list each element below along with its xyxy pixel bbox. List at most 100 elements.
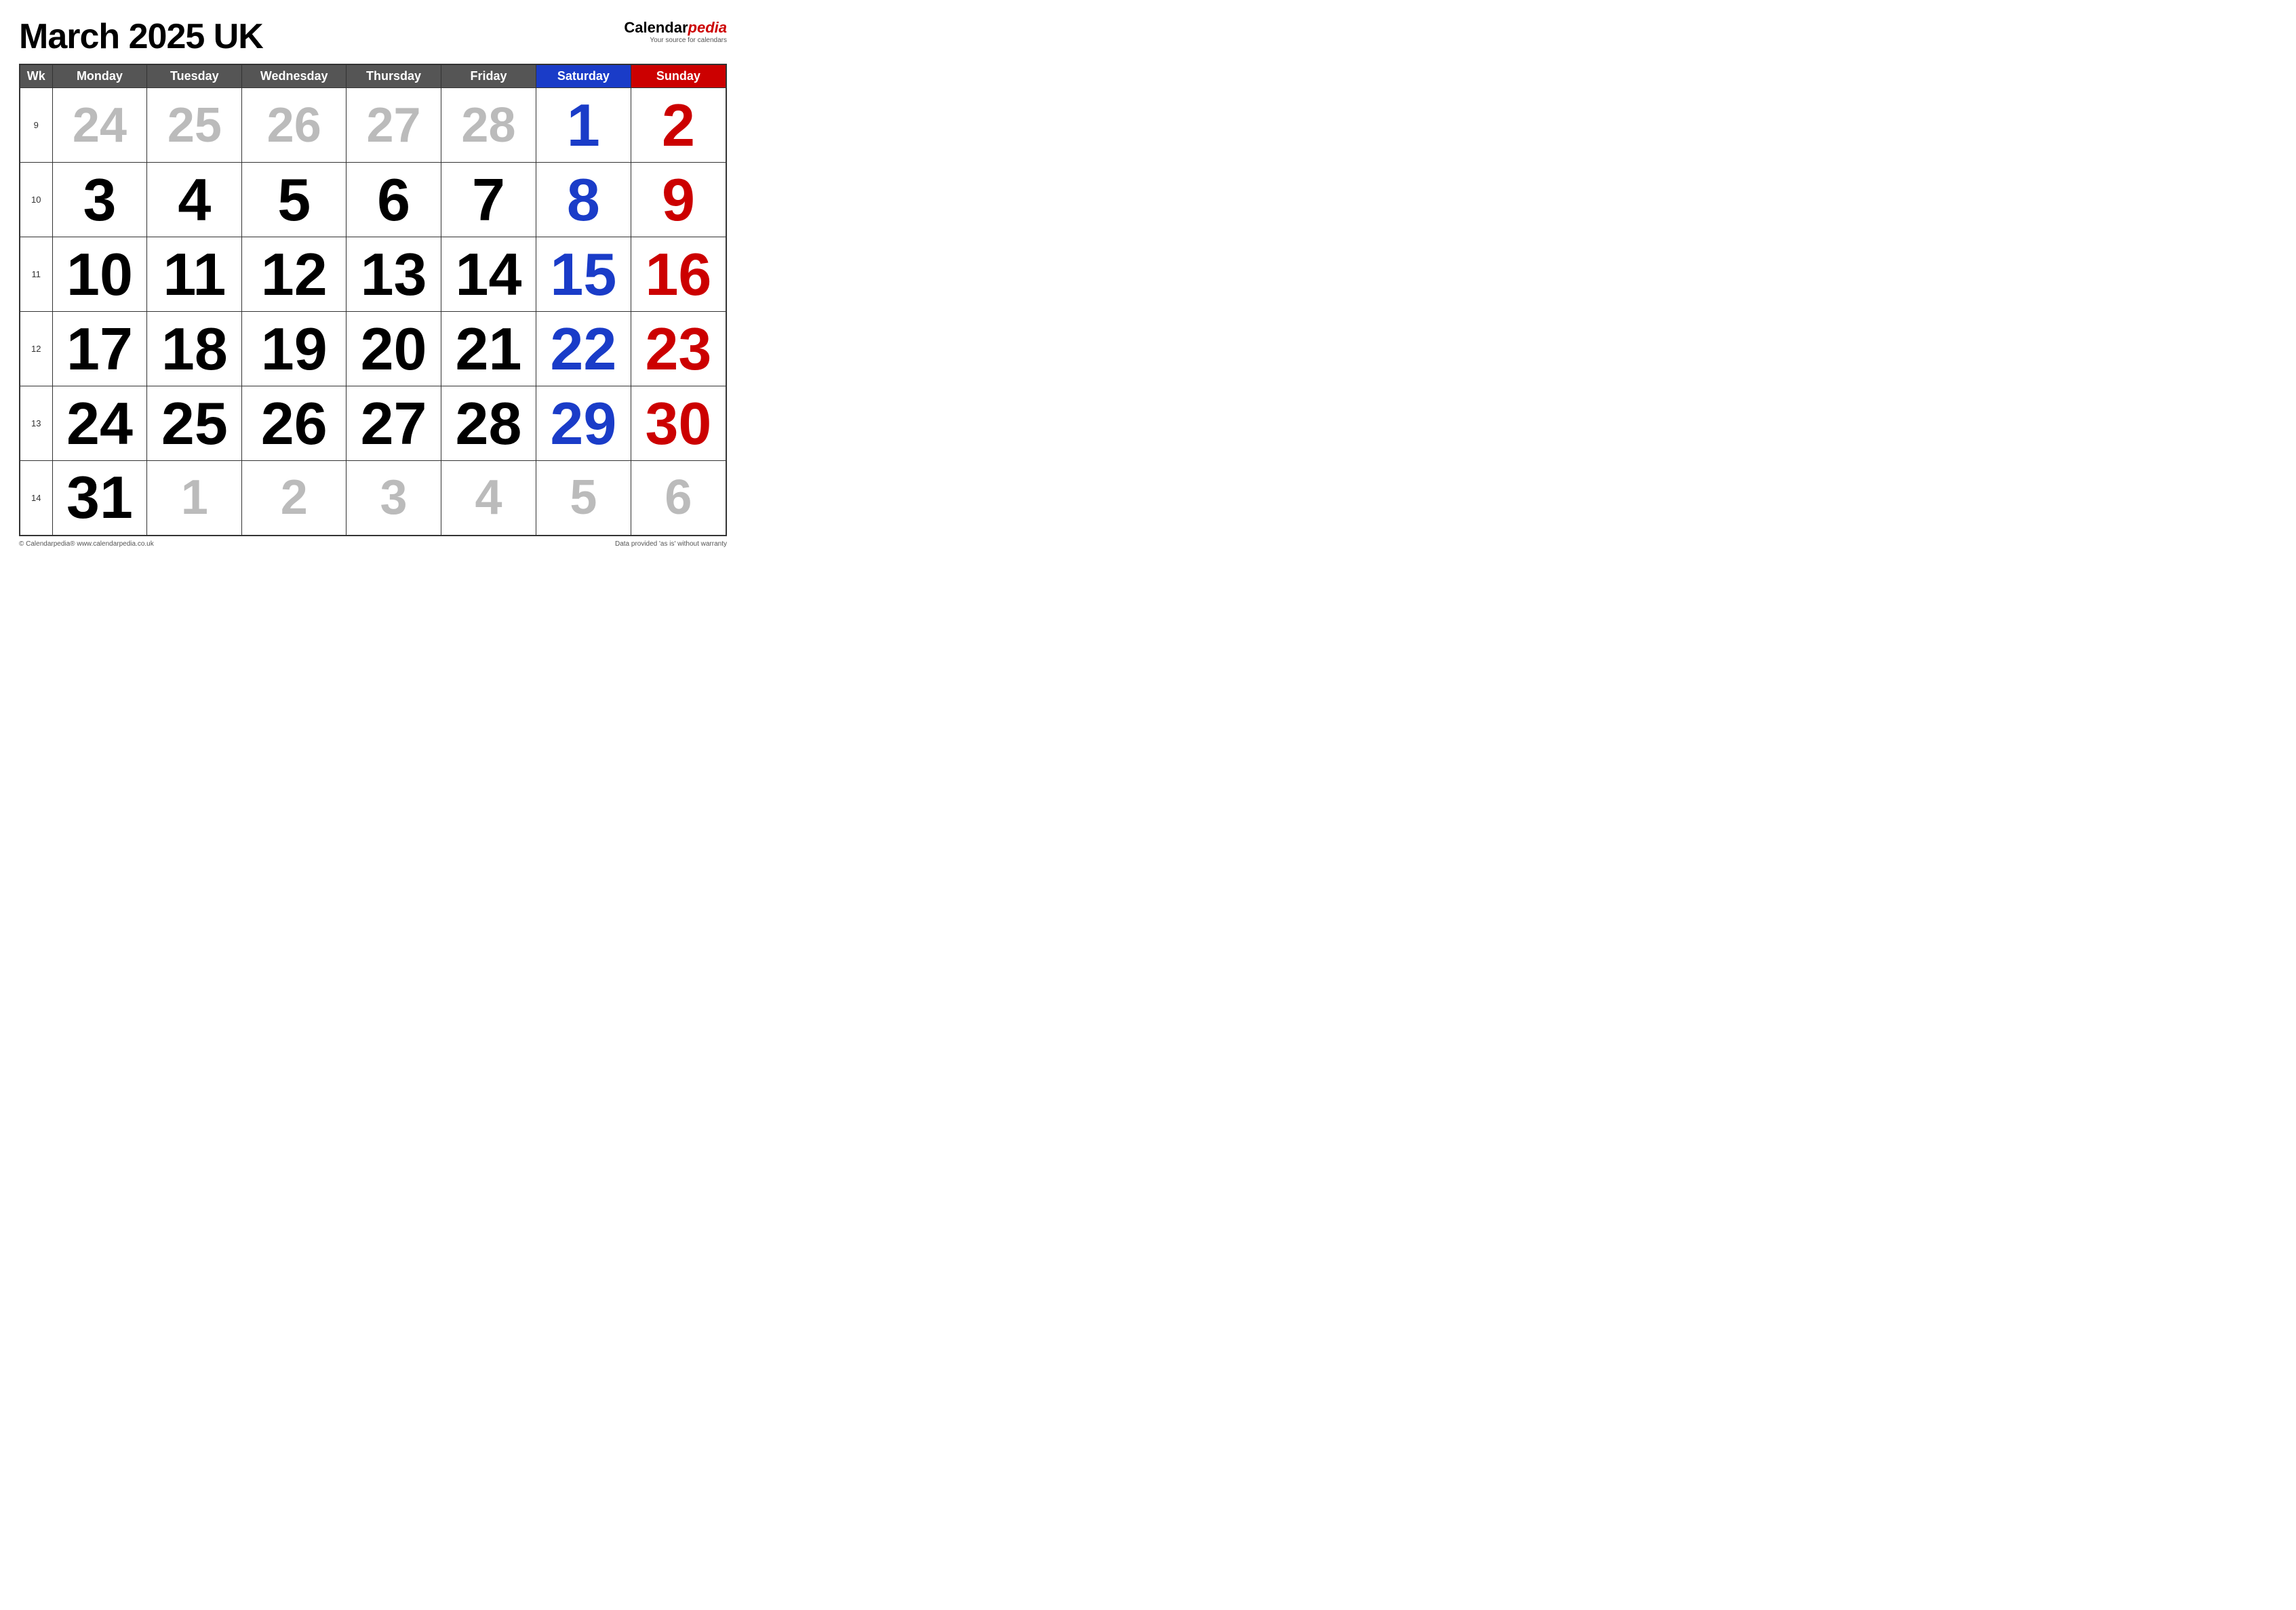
day-cell[interactable]: 9 [631, 163, 726, 237]
day-cell[interactable]: 29 [536, 386, 631, 461]
col-header-friday: Friday [441, 64, 536, 88]
day-cell[interactable]: 12 [242, 237, 347, 312]
day-cell[interactable]: 3 [347, 461, 441, 536]
day-number: 30 [631, 394, 726, 454]
footer-right: Data provided 'as is' without warranty [615, 540, 727, 548]
day-number: 31 [53, 468, 147, 527]
day-cell[interactable]: 25 [147, 386, 242, 461]
day-cell[interactable]: 14 [441, 237, 536, 312]
day-cell[interactable]: 13 [347, 237, 441, 312]
wk-cell: 10 [20, 163, 52, 237]
day-number: 7 [441, 170, 536, 230]
day-cell[interactable]: 19 [242, 312, 347, 386]
day-number: 26 [242, 101, 346, 150]
day-cell[interactable]: 5 [536, 461, 631, 536]
day-cell[interactable]: 22 [536, 312, 631, 386]
wk-cell: 14 [20, 461, 52, 536]
day-number: 29 [536, 394, 631, 454]
page-header: March 2025 UK Calendarpedia Your source … [19, 16, 727, 57]
day-cell[interactable]: 16 [631, 237, 726, 312]
day-number: 11 [147, 245, 241, 304]
logo-area: Calendarpedia Your source for calendars [624, 19, 727, 44]
day-cell[interactable]: 1 [147, 461, 242, 536]
day-number: 5 [536, 473, 631, 522]
day-cell[interactable]: 15 [536, 237, 631, 312]
day-number: 10 [53, 245, 147, 304]
day-cell[interactable]: 4 [147, 163, 242, 237]
day-cell[interactable]: 24 [52, 386, 147, 461]
day-cell[interactable]: 6 [347, 163, 441, 237]
day-cell[interactable]: 21 [441, 312, 536, 386]
day-cell[interactable]: 26 [242, 88, 347, 163]
day-cell[interactable]: 26 [242, 386, 347, 461]
day-number: 3 [53, 170, 147, 230]
day-number: 26 [242, 394, 346, 454]
day-number: 6 [631, 473, 726, 522]
day-cell[interactable]: 2 [242, 461, 347, 536]
logo-tagline: Your source for calendars [650, 37, 727, 44]
wk-cell: 9 [20, 88, 52, 163]
day-cell[interactable]: 1 [536, 88, 631, 163]
day-number: 22 [536, 319, 631, 379]
day-cell[interactable]: 27 [347, 88, 441, 163]
day-cell[interactable]: 31 [52, 461, 147, 536]
wk-cell: 11 [20, 237, 52, 312]
day-cell[interactable]: 18 [147, 312, 242, 386]
day-number: 5 [242, 170, 346, 230]
day-cell[interactable]: 20 [347, 312, 441, 386]
day-number: 4 [147, 170, 241, 230]
day-cell[interactable]: 28 [441, 386, 536, 461]
logo-text: Calendarpedia [624, 19, 727, 37]
day-cell[interactable]: 7 [441, 163, 536, 237]
col-header-wk: Wk [20, 64, 52, 88]
day-cell[interactable]: 6 [631, 461, 726, 536]
day-number: 2 [631, 96, 726, 155]
logo-accent: pedia [688, 19, 727, 36]
day-cell[interactable]: 27 [347, 386, 441, 461]
day-number: 4 [441, 473, 536, 522]
col-header-saturday: Saturday [536, 64, 631, 88]
day-number: 24 [53, 394, 147, 454]
day-number: 25 [147, 101, 241, 150]
calendar-table: Wk Monday Tuesday Wednesday Thursday Fri… [19, 64, 727, 536]
col-header-monday: Monday [52, 64, 147, 88]
day-number: 25 [147, 394, 241, 454]
day-number: 27 [347, 394, 441, 454]
day-number: 14 [441, 245, 536, 304]
day-cell[interactable]: 11 [147, 237, 242, 312]
day-cell[interactable]: 28 [441, 88, 536, 163]
day-cell[interactable]: 3 [52, 163, 147, 237]
day-number: 24 [53, 101, 147, 150]
logo-main: Calendar [624, 19, 688, 36]
day-cell[interactable]: 5 [242, 163, 347, 237]
day-number: 16 [631, 245, 726, 304]
day-cell[interactable]: 24 [52, 88, 147, 163]
day-cell[interactable]: 2 [631, 88, 726, 163]
day-number: 3 [347, 473, 441, 522]
day-number: 21 [441, 319, 536, 379]
day-cell[interactable]: 25 [147, 88, 242, 163]
day-number: 18 [147, 319, 241, 379]
day-number: 1 [147, 473, 241, 522]
day-cell[interactable]: 23 [631, 312, 726, 386]
footer: © Calendarpedia® www.calendarpedia.co.uk… [19, 540, 727, 548]
footer-left: © Calendarpedia® www.calendarpedia.co.uk [19, 540, 154, 548]
day-number: 19 [242, 319, 346, 379]
day-cell[interactable]: 8 [536, 163, 631, 237]
day-number: 1 [536, 96, 631, 155]
day-number: 28 [441, 394, 536, 454]
day-number: 17 [53, 319, 147, 379]
col-header-sunday: Sunday [631, 64, 726, 88]
day-number: 2 [242, 473, 346, 522]
col-header-wednesday: Wednesday [242, 64, 347, 88]
day-number: 28 [441, 101, 536, 150]
day-cell[interactable]: 30 [631, 386, 726, 461]
day-cell[interactable]: 4 [441, 461, 536, 536]
day-cell[interactable]: 10 [52, 237, 147, 312]
wk-cell: 12 [20, 312, 52, 386]
day-cell[interactable]: 17 [52, 312, 147, 386]
wk-cell: 13 [20, 386, 52, 461]
day-number: 20 [347, 319, 441, 379]
day-number: 23 [631, 319, 726, 379]
col-header-tuesday: Tuesday [147, 64, 242, 88]
